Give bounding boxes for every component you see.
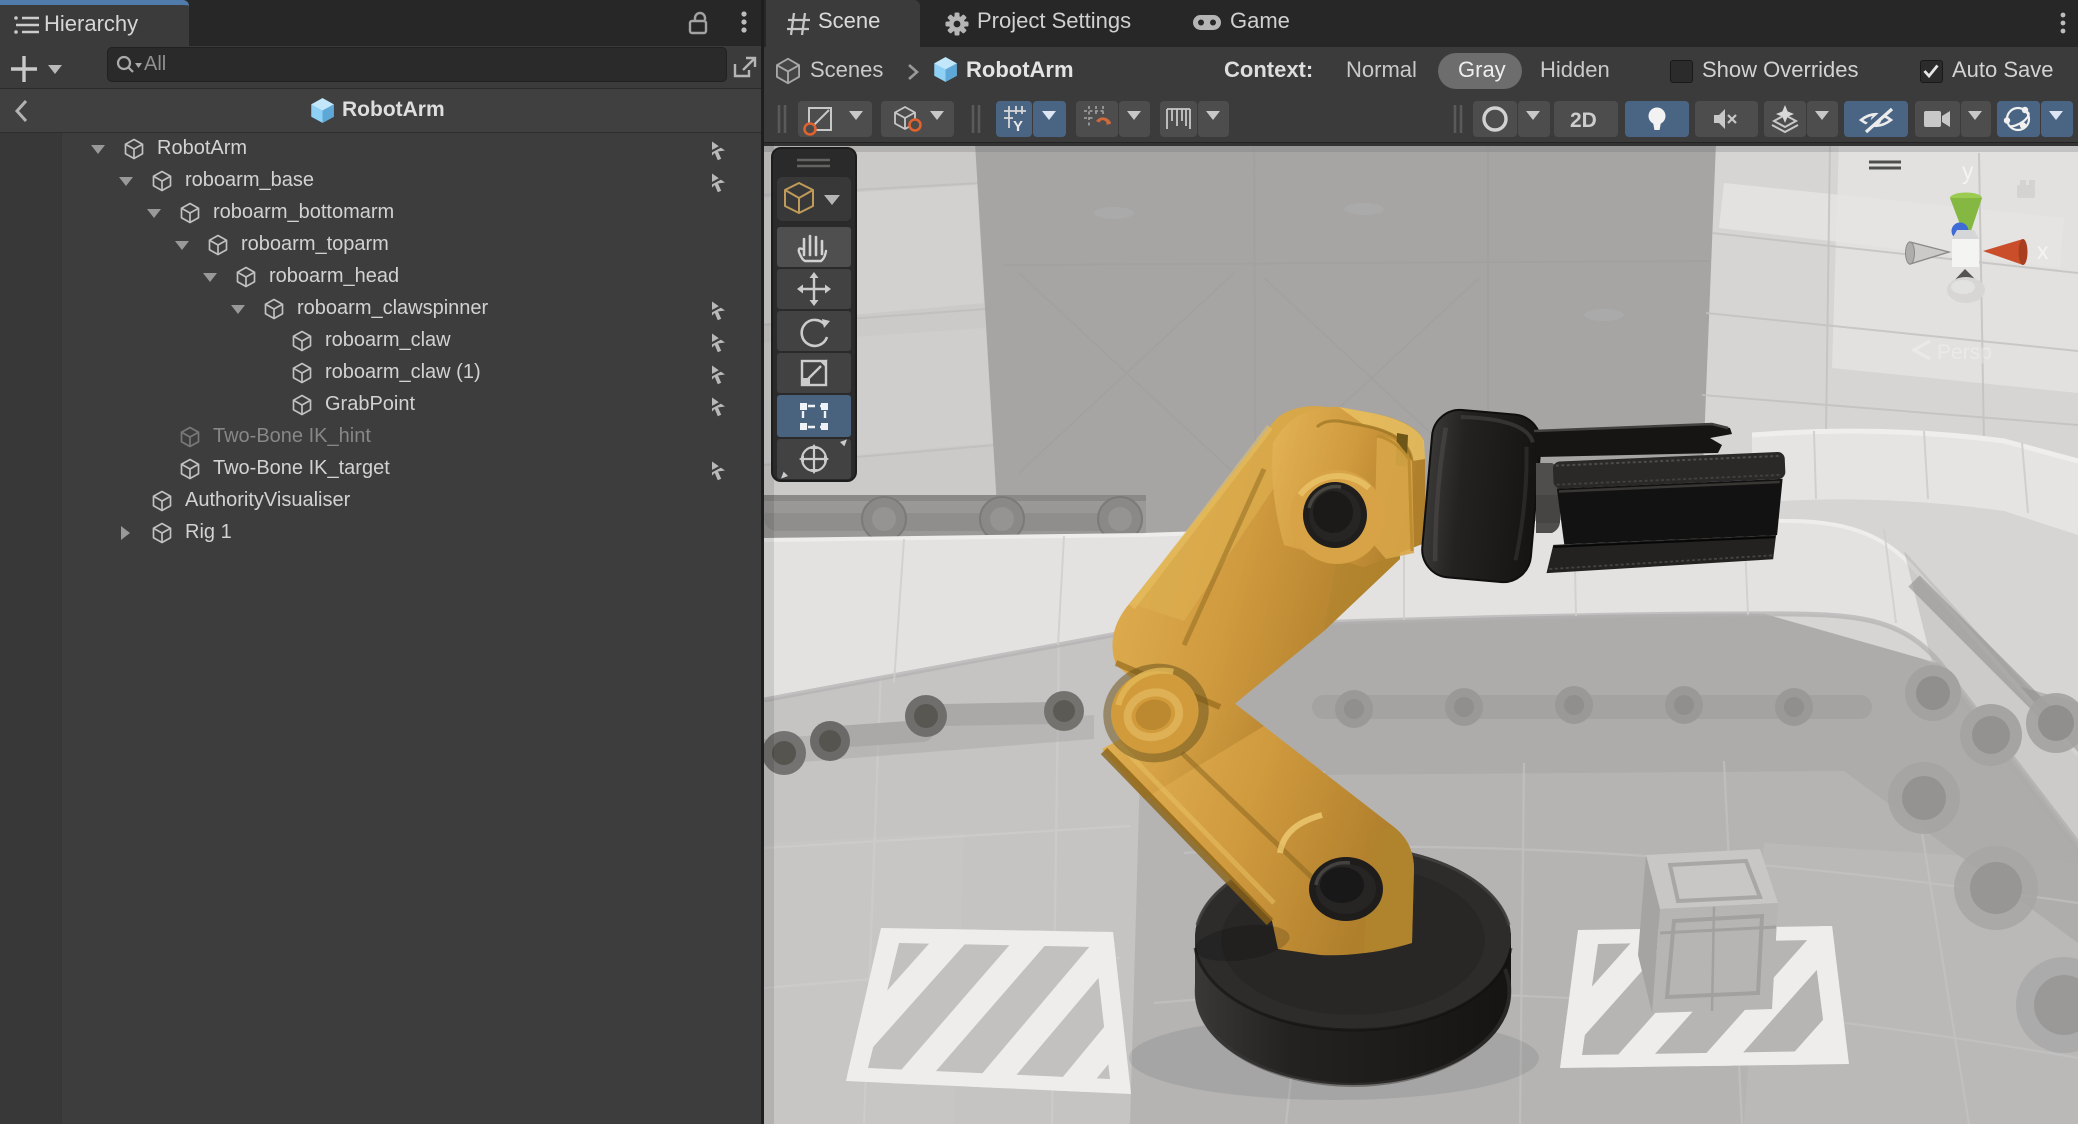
svg-text:2D: 2D xyxy=(1570,109,1597,132)
svg-text:Y: Y xyxy=(1013,118,1023,135)
svg-text:y: y xyxy=(1962,158,1974,184)
svg-text:x: x xyxy=(2037,238,2049,264)
svg-text:Persp: Persp xyxy=(1937,341,1992,364)
